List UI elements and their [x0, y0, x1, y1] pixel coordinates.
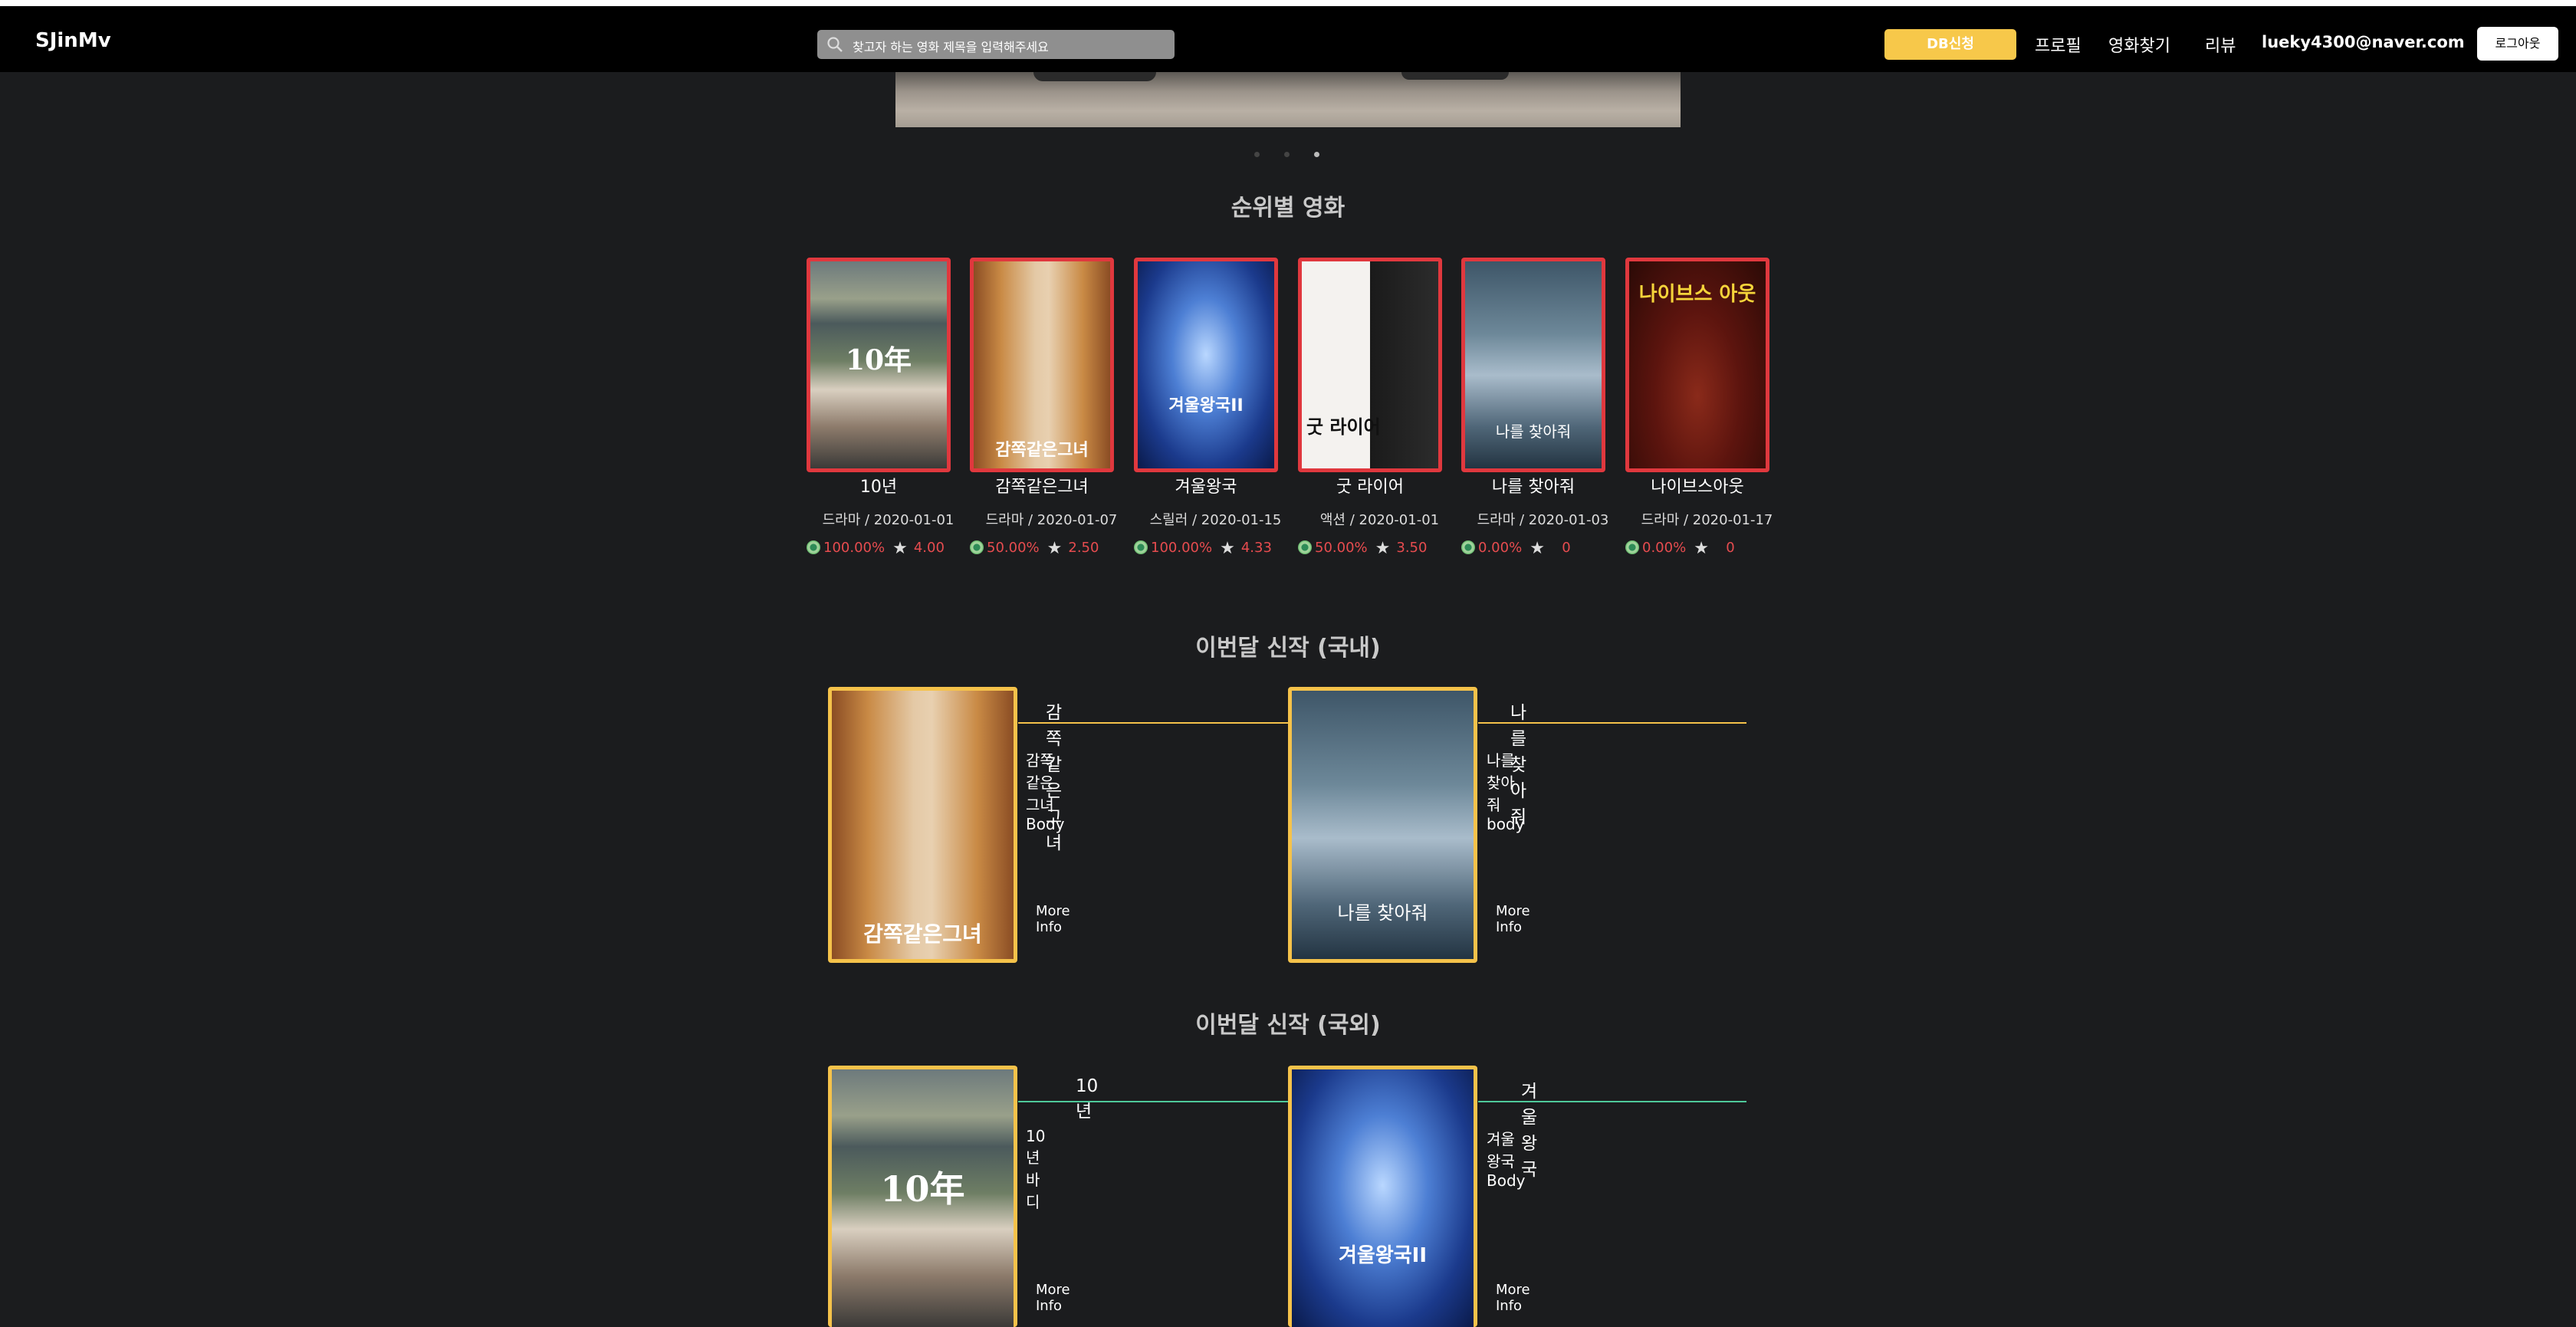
nav-link-find-movie[interactable]: 영화찾기 — [2108, 32, 2170, 57]
ranking-section-title: 순위별 영화 — [1230, 195, 1346, 222]
movie-body: 겨울왕국Body — [1487, 1130, 1526, 1190]
movie-genre-date: 드라마 / 2020-01-03 — [1477, 512, 1609, 528]
rating-score: 2.50 — [1068, 540, 1099, 556]
movie-title[interactable]: 나를 찾아줘 — [1461, 473, 1605, 498]
poster-text: 감쪽같은그녀 — [995, 441, 1089, 460]
rating-score: 0 — [1726, 540, 1735, 556]
rating-percent-icon — [1134, 540, 1148, 554]
movie-body: 나를 찾아줘body — [1487, 751, 1525, 833]
movie-poster[interactable]: 겨울왕국II — [1134, 258, 1278, 472]
rating-percent: 50.00% — [987, 540, 1040, 556]
title-divider — [1478, 722, 1746, 724]
more-info-link[interactable]: More Info — [1036, 1282, 1070, 1314]
movie-body: 감쪽같은그녀 Body — [1026, 751, 1065, 833]
nav-link-review[interactable]: 리뷰 — [2205, 32, 2236, 57]
movie-rating: 0.00% ★ 0 — [1625, 539, 1746, 558]
rating-score: 0 — [1562, 540, 1571, 556]
rating-score: 4.00 — [913, 540, 945, 556]
rating-percent: 0.00% — [1478, 540, 1523, 556]
movie-genre-date: 드라마 / 2020-01-07 — [985, 512, 1118, 528]
rating-percent-icon — [1625, 540, 1639, 554]
movie-title[interactable]: 굿 라이어 — [1298, 473, 1442, 498]
rating-score: 3.50 — [1396, 540, 1428, 556]
navbar: SJinMv 찾고자 하는 영화 제목을 입력해주세요 DB신청 프로필 영화찾… — [0, 6, 2576, 72]
carousel-indicators — [1254, 146, 1344, 160]
star-icon: ★ — [1694, 539, 1709, 558]
movie-genre-date: 액션 / 2020-01-01 — [1319, 512, 1440, 528]
poster-text: 10年 — [880, 1168, 965, 1210]
poster-text: 10年 — [845, 344, 912, 376]
poster-text: 감쪽같은그녀 — [863, 921, 982, 947]
movie-title[interactable]: 감쪽같은그녀 — [970, 473, 1114, 498]
movie-poster[interactable]: 겨울왕국II — [1288, 1066, 1477, 1327]
movie-title: 10년 — [1076, 1076, 1099, 1122]
movie-poster[interactable]: 굿 라이어 — [1298, 258, 1442, 472]
movie-poster[interactable]: 감쪽같은그녀 — [828, 687, 1017, 963]
foreign-section-title: 이번달 신작 (국외) — [1195, 1012, 1381, 1039]
movie-poster[interactable]: 나를 찾아줘 — [1461, 258, 1605, 472]
carousel-dot[interactable] — [1284, 152, 1290, 157]
rating-percent: 100.00% — [823, 540, 886, 556]
carousel-slide-image[interactable] — [895, 72, 1681, 127]
domestic-section-title: 이번달 신작 (국내) — [1195, 635, 1381, 662]
db-request-button[interactable]: DB신청 — [1884, 29, 2016, 60]
carousel-dot[interactable] — [1254, 152, 1260, 157]
window-top-edge — [0, 0, 2576, 6]
movie-rating: 50.00% ★ 2.50 — [970, 539, 1099, 558]
movie-title[interactable]: 나이브스아웃 — [1625, 473, 1769, 498]
search-box[interactable]: 찾고자 하는 영화 제목을 입력해주세요 — [817, 30, 1175, 59]
logout-button[interactable]: 로그아웃 — [2477, 27, 2558, 61]
movie-body: 10년 바디 — [1026, 1127, 1046, 1211]
poster-text: 굿 라이어 — [1306, 416, 1381, 438]
poster-text: 나를 찾아줘 — [1337, 902, 1428, 924]
rating-percent-icon — [807, 540, 820, 554]
rating-score: 4.33 — [1240, 540, 1272, 556]
rating-percent-icon — [1461, 540, 1475, 554]
carousel-image-detail — [1401, 72, 1509, 80]
movie-rating: 50.00% ★ 3.50 — [1298, 539, 1427, 558]
user-email[interactable]: lueky4300@naver.com — [2262, 33, 2465, 51]
more-info-link[interactable]: More Info — [1036, 903, 1070, 935]
rating-percent: 100.00% — [1151, 540, 1213, 556]
search-icon — [827, 37, 843, 52]
carousel-dot-active[interactable] — [1314, 152, 1319, 157]
star-icon: ★ — [892, 539, 908, 558]
poster-text: 겨울왕국II — [1338, 1244, 1428, 1267]
movie-rating: 100.00% ★ 4.00 — [807, 539, 945, 558]
poster-text: 겨울왕국II — [1168, 396, 1244, 416]
search-input[interactable]: 찾고자 하는 영화 제목을 입력해주세요 — [853, 37, 1049, 55]
poster-text: 나를 찾아줘 — [1495, 422, 1572, 441]
poster-text: 나이브스 아웃 — [1638, 283, 1756, 306]
movie-rating: 100.00% ★ 4.33 — [1134, 539, 1272, 558]
more-info-link[interactable]: More Info — [1496, 903, 1530, 935]
more-info-link[interactable]: More Info — [1496, 1282, 1530, 1314]
star-icon: ★ — [1530, 539, 1545, 558]
rating-percent-icon — [1298, 540, 1312, 554]
star-icon: ★ — [1375, 539, 1391, 558]
movie-title[interactable]: 겨울왕국 — [1134, 473, 1278, 498]
brand-logo[interactable]: SJinMv — [35, 29, 111, 52]
movie-poster[interactable]: 나이브스 아웃 — [1625, 258, 1769, 472]
movie-title[interactable]: 10년 — [807, 473, 951, 498]
star-icon: ★ — [1220, 539, 1235, 558]
carousel-image-detail — [1033, 72, 1156, 81]
rating-percent: 0.00% — [1642, 540, 1687, 556]
movie-genre-date: 드라마 / 2020-01-17 — [1641, 512, 1773, 528]
rating-percent-icon — [970, 540, 984, 554]
star-icon: ★ — [1046, 539, 1063, 558]
movie-rating: 0.00% ★ 0 — [1461, 539, 1582, 558]
movie-poster[interactable]: 10年 — [807, 258, 951, 472]
title-divider — [1478, 1101, 1746, 1102]
movie-genre-date: 스릴러 / 2020-01-15 — [1149, 512, 1282, 528]
movie-poster[interactable]: 10年 — [828, 1066, 1017, 1327]
nav-link-profile[interactable]: 프로필 — [2035, 32, 2082, 57]
movie-poster[interactable]: 감쪽같은그녀 — [970, 258, 1114, 472]
movie-poster[interactable]: 나를 찾아줘 — [1288, 687, 1477, 963]
rating-percent: 50.00% — [1315, 540, 1368, 556]
movie-genre-date: 드라마 / 2020-01-01 — [822, 512, 955, 528]
